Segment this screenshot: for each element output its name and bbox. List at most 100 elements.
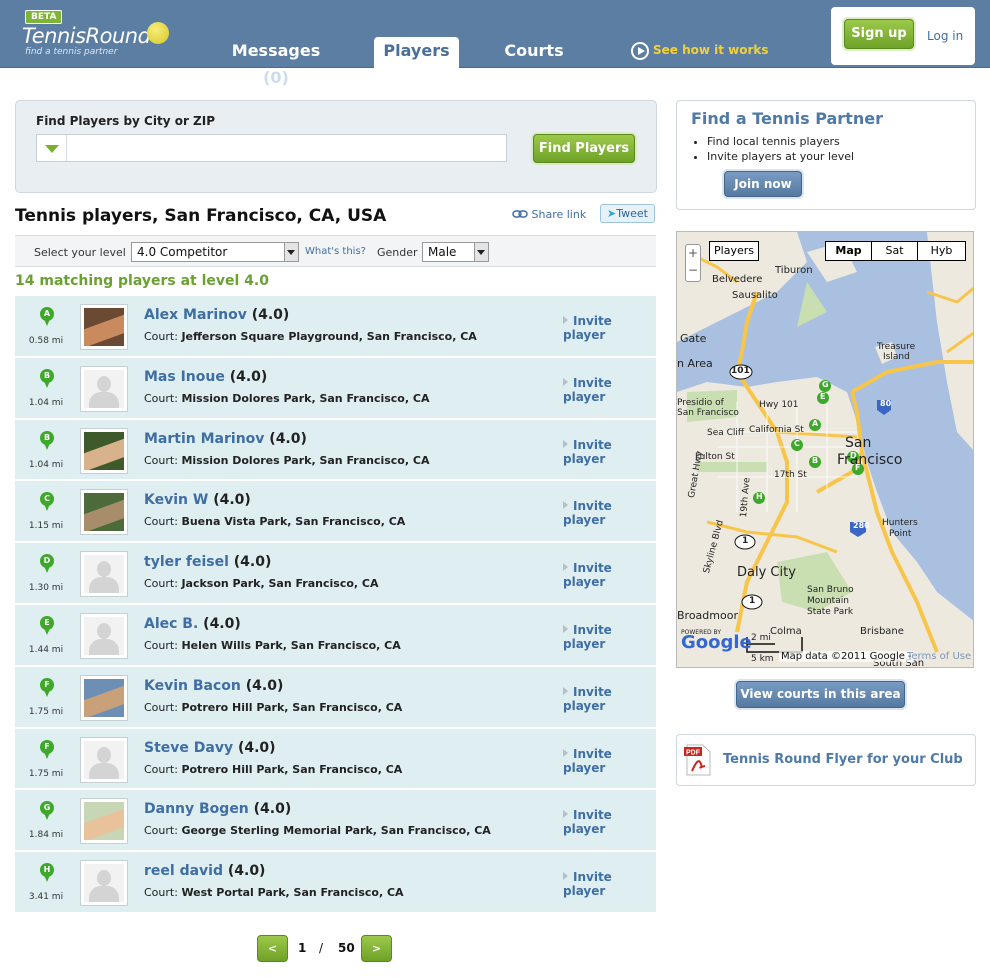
map[interactable]: + − Players Map Sat Hyb Tiburon Belveder… [676,231,974,668]
avatar-placeholder-icon [84,369,124,408]
player-name-link[interactable]: Steve Davy [144,740,233,756]
player-name-link[interactable]: Danny Bogen [144,801,249,817]
player-list: A 0.58 mi Alex Marinov (4.0) Court: Jeff… [15,296,656,914]
signup-button[interactable]: Sign up [844,19,914,49]
route-shield: 80 [880,399,892,408]
view-courts-button[interactable]: View courts in this area [736,681,905,708]
results-title: Tennis players, San Francisco, CA, USA [15,206,387,226]
court-prefix: Court: [144,515,178,529]
player-name-link[interactable]: tyler feisel [144,554,229,570]
find-players-button[interactable]: Find Players [533,134,635,163]
player-name-line: Kevin Bacon (4.0) [144,678,283,694]
level-label: Select your level [34,246,126,259]
tab-messages-label: Messages [231,41,321,60]
map-label: Broadmoor [677,609,738,622]
avatar[interactable] [80,612,128,659]
map-marker-icon[interactable]: G [822,380,829,389]
avatar[interactable] [80,551,128,598]
invite-player-link[interactable]: Invite player [563,623,656,651]
player-distance: 0.58 mi [28,336,64,346]
players-layer-button[interactable]: Players [709,241,759,261]
chevron-down-icon[interactable] [37,135,67,161]
zoom-control[interactable]: + − [685,244,701,282]
tab-courts[interactable]: Courts [500,37,568,68]
player-name-link[interactable]: Mas Inoue [144,369,225,385]
map-marker-icon[interactable]: H [756,492,763,501]
invite-player-link[interactable]: Invite player [563,314,656,342]
map-label: Presidio of [677,398,724,408]
player-name-link[interactable]: Kevin Bacon [144,678,241,694]
terms-of-use-link[interactable]: Terms of Use [907,651,971,662]
search-panel: Find Players by City or ZIP Find Players [15,100,657,193]
invite-player-link[interactable]: Invite player [563,438,656,466]
invite-player-link[interactable]: Invite player [563,870,656,898]
join-now-button[interactable]: Join now [724,171,802,197]
map-marker-icon[interactable]: E [820,392,825,401]
map-type-sat-button[interactable]: Sat [871,241,918,261]
invite-player-link[interactable]: Invite player [563,808,656,836]
logo-text: TennisRound [22,24,151,48]
map-type-map-button[interactable]: Map [825,241,872,261]
gender-label: Gender [377,246,418,259]
player-name-link[interactable]: Martin Marinov [144,431,264,447]
player-distance: 3.41 mi [28,892,64,903]
zoom-in-button[interactable]: + [686,245,700,262]
find-partner-promo: Find a Tennis Partner Find local tennis … [676,100,976,210]
map-label: Treasure [877,342,916,352]
share-link[interactable]: Share link [512,208,586,221]
promo-list: Find local tennis players Invite players… [707,134,854,164]
whats-this-link[interactable]: What's this? [305,246,366,257]
player-name-link[interactable]: Kevin W [144,492,208,508]
player-name-line: Danny Bogen (4.0) [144,801,291,817]
city-zip-input[interactable] [36,134,507,162]
map-type-hyb-button[interactable]: Hyb [917,241,966,261]
player-name-line: Martin Marinov (4.0) [144,431,307,447]
map-marker-icon[interactable]: A [812,419,818,428]
player-level: (4.0) [229,368,268,385]
invite-player-link[interactable]: Invite player [563,747,656,775]
tab-players[interactable]: Players [374,37,459,69]
prev-page-button[interactable]: < [257,935,288,962]
player-row: F 1.75 mi Kevin Bacon (4.0) Court: Potre… [15,666,656,729]
map-marker-icon[interactable]: F [855,463,860,472]
invite-player-link[interactable]: Invite player [563,376,656,404]
invite-player-link[interactable]: Invite player [563,685,656,713]
map-label: Gate [680,332,707,345]
map-label: Hwy 101 [759,400,799,410]
next-page-button[interactable]: > [361,935,392,962]
avatar[interactable] [80,798,128,845]
map-marker-icon: G [40,801,54,821]
avatar[interactable] [80,674,128,721]
flyer-link[interactable]: PDF Tennis Round Flyer for your Club [676,734,976,786]
avatar[interactable] [80,304,128,350]
player-name-line: Alec B. (4.0) [144,616,241,632]
avatar[interactable] [80,736,128,783]
avatar[interactable] [80,427,128,474]
court-name: Mission Dolores Park, San Francisco, CA [181,453,430,467]
player-name-link[interactable]: reel david [144,863,223,879]
invite-player-link[interactable]: Invite player [563,561,656,589]
zoom-out-button[interactable]: − [686,262,700,279]
level-select[interactable]: 4.0 Competitor [131,242,299,262]
avatar[interactable] [80,365,128,412]
tab-messages[interactable]: Messages (0) [220,37,332,87]
gender-select[interactable]: Male [422,242,489,262]
player-name-link[interactable]: Alec B. [144,616,198,632]
pdf-icon-graphic: PDF [684,744,711,776]
tweet-button[interactable]: ➤Tweet [600,204,655,223]
map-marker-icon[interactable]: D [850,451,857,460]
map-marker-icon[interactable]: B [812,456,818,465]
player-photo [84,431,124,470]
how-it-works-link[interactable]: See how it works [631,40,769,60]
avatar[interactable] [80,489,128,536]
map-marker-icon: A [40,307,54,327]
avatar-placeholder-icon [84,864,124,903]
player-name-link[interactable]: Alex Marinov [144,307,247,323]
map-marker-icon[interactable]: C [794,439,800,448]
logo[interactable]: BETA TennisRound find a tennis partner [22,10,182,60]
avatar[interactable] [80,860,128,907]
map-label: Tiburon [775,265,813,276]
map-label: State Park [807,607,854,617]
login-link[interactable]: Log in [927,29,963,43]
invite-player-link[interactable]: Invite player [563,499,656,527]
